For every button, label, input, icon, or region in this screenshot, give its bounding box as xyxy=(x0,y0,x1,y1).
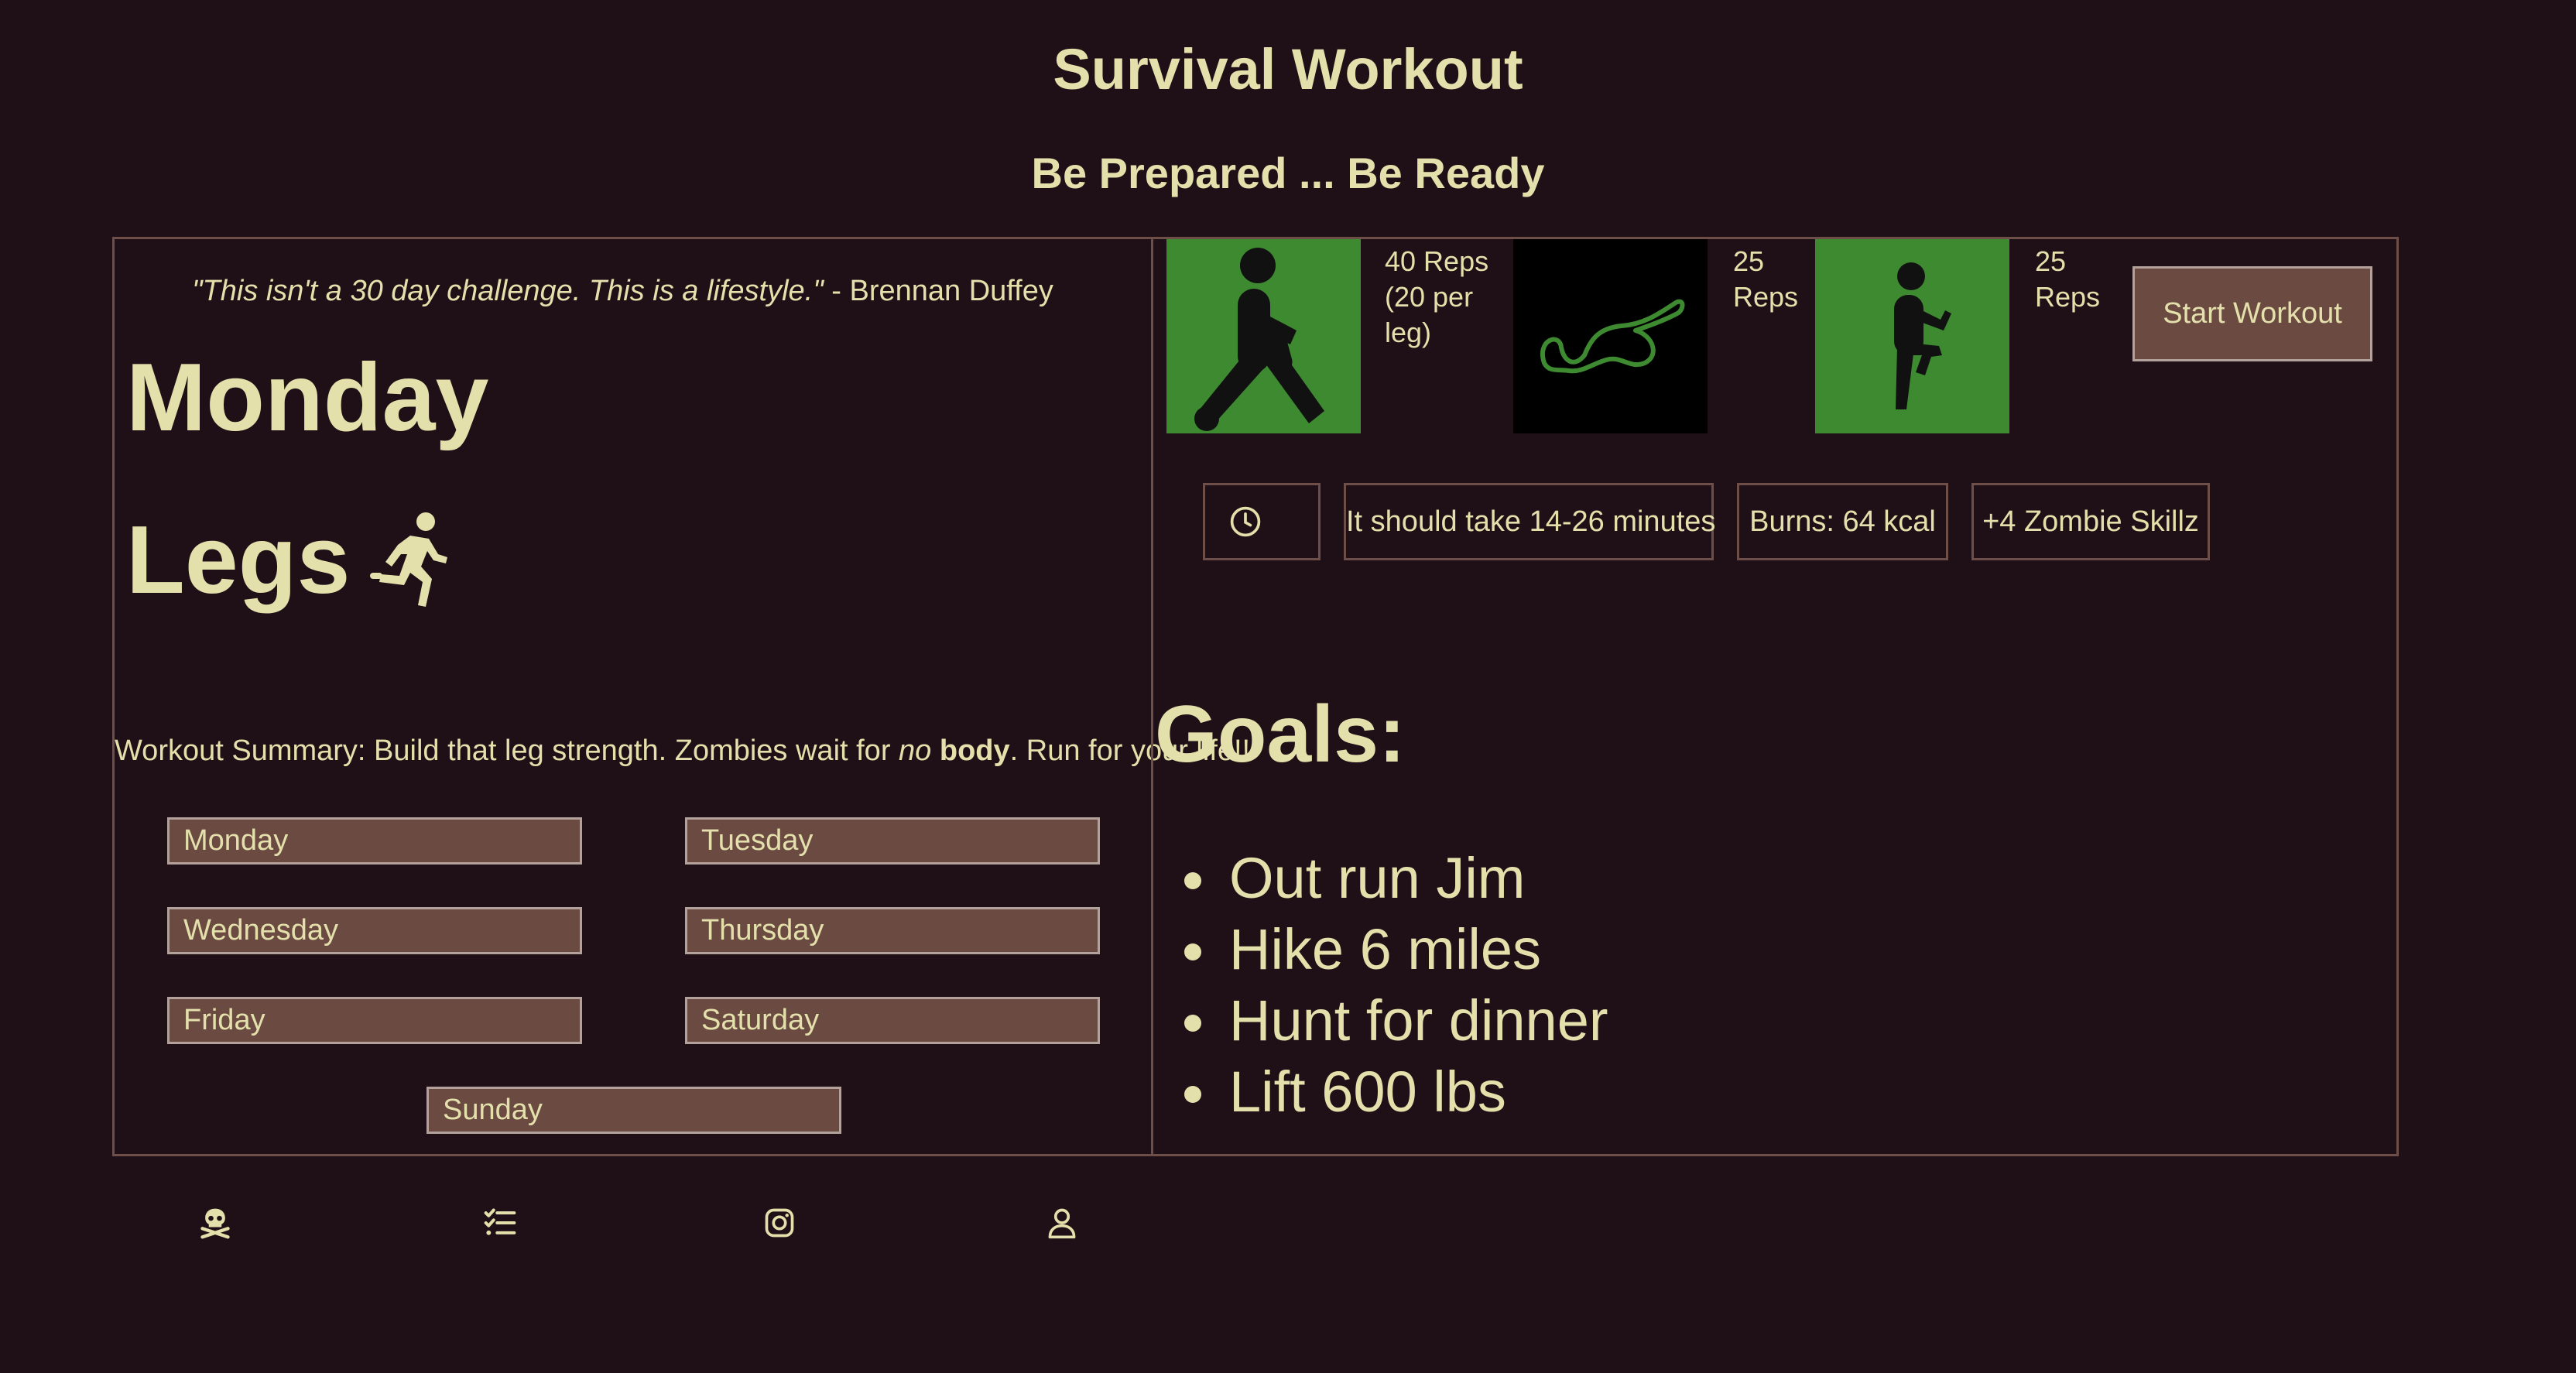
day-panel: "This isn't a 30 day challenge. This is … xyxy=(112,237,1250,1156)
day-button-thursday[interactable]: Thursday xyxy=(685,907,1100,954)
skull-crossbones-icon[interactable] xyxy=(198,1206,232,1240)
workout-panel: 40 Reps (20 per leg) 25 Reps 25 Reps Sta… xyxy=(1151,237,2399,1156)
glute-bridge-figure-icon xyxy=(1540,299,1685,374)
start-workout-button[interactable]: Start Workout xyxy=(2132,266,2372,361)
checklist-icon[interactable] xyxy=(483,1206,517,1240)
exercise-image-2 xyxy=(1513,239,1708,433)
lunge-figure-icon xyxy=(1194,248,1324,431)
reps-line: leg) xyxy=(1385,317,1432,348)
focus-heading: Legs xyxy=(126,502,450,618)
day-button-friday[interactable]: Friday xyxy=(167,997,582,1044)
reps-line: Reps xyxy=(1733,281,1799,313)
high-knee-figure-icon xyxy=(1894,262,1951,409)
goals-list: Out run Jim Hike 6 miles Hunt for dinner… xyxy=(1177,843,1608,1128)
day-button-wednesday[interactable]: Wednesday xyxy=(167,907,582,954)
quote-text: "This isn't a 30 day challenge. This is … xyxy=(192,275,824,307)
timer-box xyxy=(1203,483,1321,560)
exercise-reps-2: 25 Reps xyxy=(1733,244,1798,315)
site-subtitle: Be Prepared ... Be Ready xyxy=(1031,149,1545,197)
reps-line: Reps xyxy=(2035,281,2101,313)
focus-label: Legs xyxy=(126,507,351,614)
exercise-image-3 xyxy=(1815,239,2009,433)
exercise-image-1 xyxy=(1166,239,1361,433)
reps-line: 25 xyxy=(2035,245,2067,277)
goal-item: Out run Jim xyxy=(1177,843,1608,914)
calories-box: Burns: 64 kcal xyxy=(1737,483,1948,560)
goals-heading: Goals: xyxy=(1155,690,1406,779)
exercise-reps-3: 25 Reps xyxy=(2035,244,2100,315)
skill-box: +4 Zombie Skillz xyxy=(1971,483,2210,560)
day-heading: Monday xyxy=(126,344,489,451)
site-title: Survival Workout xyxy=(1053,37,1523,101)
goal-item: Lift 600 lbs xyxy=(1177,1056,1608,1128)
quote: "This isn't a 30 day challenge. This is … xyxy=(192,272,1053,310)
summary-space xyxy=(931,734,940,767)
day-button-tuesday[interactable]: Tuesday xyxy=(685,817,1100,865)
clock-icon xyxy=(1230,506,1261,537)
reps-line: 40 Reps xyxy=(1385,245,1489,277)
day-button-monday[interactable]: Monday xyxy=(167,817,582,865)
summary-text: Workout Summary: Build that leg strength… xyxy=(115,734,899,767)
user-icon[interactable] xyxy=(1045,1206,1079,1240)
running-person-icon xyxy=(370,512,448,607)
exercise-reps-1: 40 Reps (20 per leg) xyxy=(1385,244,1488,351)
reps-line: (20 per xyxy=(1385,281,1474,313)
day-button-sunday[interactable]: Sunday xyxy=(426,1087,841,1134)
instagram-icon[interactable] xyxy=(762,1206,796,1240)
quote-author: - Brennan Duffey xyxy=(823,275,1053,307)
reps-line: 25 xyxy=(1733,245,1765,277)
summary-emphasis: no xyxy=(899,734,932,767)
summary-strong: body xyxy=(939,734,1010,767)
goal-item: Hunt for dinner xyxy=(1177,985,1608,1056)
duration-box: It should take 14-26 minutes xyxy=(1344,483,1715,560)
goal-item: Hike 6 miles xyxy=(1177,914,1608,985)
day-button-saturday[interactable]: Saturday xyxy=(685,997,1100,1044)
page: Survival Workout Be Prepared ... Be Read… xyxy=(0,0,2576,1373)
workout-summary: Workout Summary: Build that leg strength… xyxy=(115,731,1250,770)
